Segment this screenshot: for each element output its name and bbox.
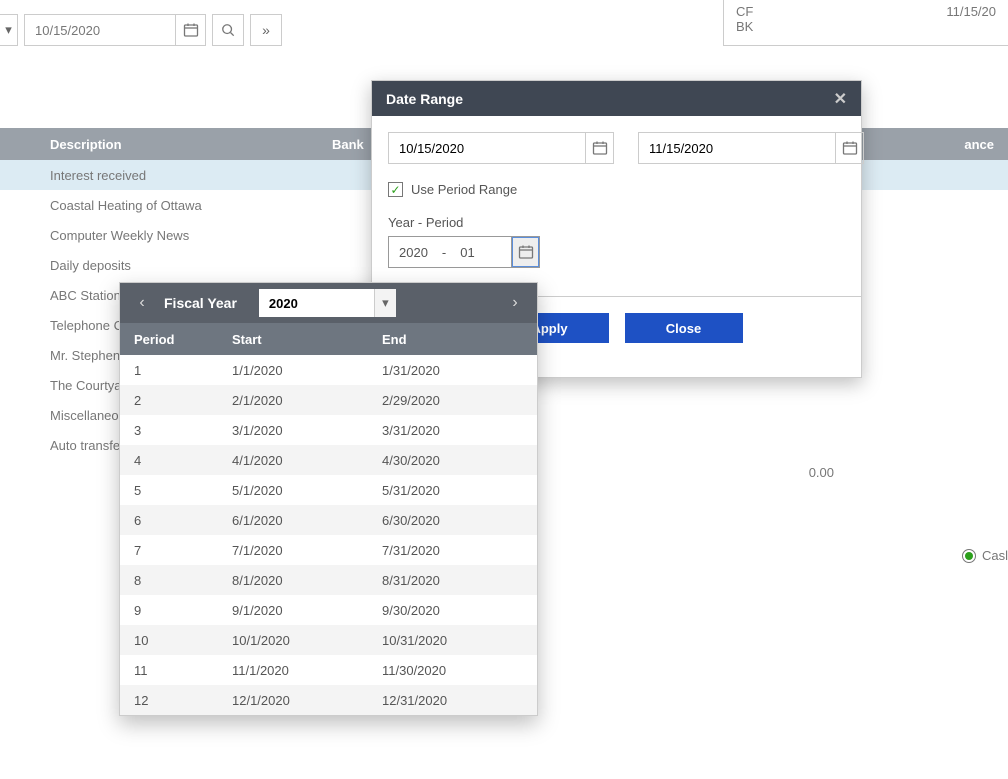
- cell-period: 10: [120, 633, 230, 648]
- cell-start: 11/1/2020: [230, 663, 380, 678]
- cell-end: 5/31/2020: [380, 483, 537, 498]
- top-toolbar: ▾ »: [0, 14, 282, 46]
- dialog-header: Date Range ✕: [372, 81, 861, 116]
- cell-period: 4: [120, 453, 230, 468]
- period-row[interactable]: 66/1/20206/30/2020: [120, 505, 537, 535]
- info-cf: CF: [736, 4, 753, 19]
- cell-end: 2/29/2020: [380, 393, 537, 408]
- to-date-input[interactable]: [639, 141, 835, 156]
- info-panel: CF BK 11/15/20: [723, 0, 1008, 46]
- col-description[interactable]: Description: [36, 137, 326, 152]
- cell-period: 6: [120, 513, 230, 528]
- year-period-field[interactable]: 2020 - 01: [388, 236, 540, 268]
- cell-period: 11: [120, 663, 230, 678]
- cell-period: 2: [120, 393, 230, 408]
- fiscal-year-select[interactable]: ▾: [259, 289, 396, 317]
- year-period-label: Year - Period: [388, 215, 845, 230]
- total-amount: 0.00: [809, 465, 834, 480]
- col-start: Start: [230, 332, 380, 347]
- cell-description: Daily deposits: [36, 258, 326, 273]
- year-value: 2020: [389, 245, 438, 260]
- fiscal-year-label: Fiscal Year: [164, 295, 237, 311]
- cell-start: 5/1/2020: [230, 483, 380, 498]
- period-row[interactable]: 55/1/20205/31/2020: [120, 475, 537, 505]
- period-row[interactable]: 1212/1/202012/31/2020: [120, 685, 537, 715]
- chevron-down-icon[interactable]: ▾: [374, 289, 396, 317]
- from-date-input[interactable]: [389, 141, 585, 156]
- fiscal-year-header: ‹ Fiscal Year ▾ ›: [120, 283, 537, 323]
- period-row[interactable]: 1111/1/202011/30/2020: [120, 655, 537, 685]
- cell-period: 8: [120, 573, 230, 588]
- cell-description: Coastal Heating of Ottawa: [36, 198, 326, 213]
- from-date-field[interactable]: [388, 132, 614, 164]
- fiscal-year-input[interactable]: [259, 289, 374, 317]
- prev-year-button[interactable]: ‹: [132, 294, 152, 312]
- cell-start: 3/1/2020: [230, 423, 380, 438]
- radio-icon[interactable]: [962, 549, 976, 563]
- account-dropdown-caret[interactable]: ▾: [0, 14, 18, 46]
- period-row[interactable]: 88/1/20208/31/2020: [120, 565, 537, 595]
- expand-button[interactable]: »: [250, 14, 282, 46]
- col-balance[interactable]: ance: [848, 137, 1008, 152]
- period-row[interactable]: 77/1/20207/31/2020: [120, 535, 537, 565]
- col-end: End: [380, 332, 537, 347]
- cell-start: 12/1/2020: [230, 693, 380, 708]
- cell-end: 3/31/2020: [380, 423, 537, 438]
- toolbar-date-field[interactable]: [24, 14, 206, 46]
- cell-start: 7/1/2020: [230, 543, 380, 558]
- cell-start: 10/1/2020: [230, 633, 380, 648]
- dialog-title: Date Range: [386, 91, 463, 107]
- cell-end: 9/30/2020: [380, 603, 537, 618]
- cell-description: Interest received: [36, 168, 326, 183]
- cell-period: 1: [120, 363, 230, 378]
- close-button[interactable]: Close: [625, 313, 743, 343]
- close-icon[interactable]: ✕: [834, 89, 847, 109]
- cell-end: 10/31/2020: [380, 633, 537, 648]
- to-date-field[interactable]: [638, 132, 864, 164]
- cell-end: 8/31/2020: [380, 573, 537, 588]
- cell-start: 4/1/2020: [230, 453, 380, 468]
- period-value: 01: [450, 245, 484, 260]
- calendar-icon[interactable]: [175, 15, 205, 45]
- cell-period: 7: [120, 543, 230, 558]
- search-button[interactable]: [212, 14, 244, 46]
- calendar-icon[interactable]: [511, 237, 539, 267]
- next-year-button[interactable]: ›: [505, 294, 525, 312]
- cell-start: 9/1/2020: [230, 603, 380, 618]
- cell-end: 11/30/2020: [380, 663, 537, 678]
- use-period-label: Use Period Range: [411, 182, 517, 197]
- cell-start: 6/1/2020: [230, 513, 380, 528]
- cell-period: 9: [120, 603, 230, 618]
- info-bk: BK: [736, 19, 753, 34]
- period-row[interactable]: 11/1/20201/31/2020: [120, 355, 537, 385]
- period-row[interactable]: 44/1/20204/30/2020: [120, 445, 537, 475]
- cell-end: 7/31/2020: [380, 543, 537, 558]
- cell-end: 12/31/2020: [380, 693, 537, 708]
- fiscal-year-columns: Period Start End: [120, 323, 537, 355]
- cell-period: 12: [120, 693, 230, 708]
- cell-end: 6/30/2020: [380, 513, 537, 528]
- cell-end: 1/31/2020: [380, 363, 537, 378]
- radio-label: Casl: [982, 548, 1008, 563]
- info-date: 11/15/20: [946, 4, 996, 41]
- fiscal-year-popup: ‹ Fiscal Year ▾ › Period Start End 11/1/…: [119, 282, 538, 716]
- checkbox-icon[interactable]: ✓: [388, 182, 403, 197]
- cell-start: 8/1/2020: [230, 573, 380, 588]
- cell-end: 4/30/2020: [380, 453, 537, 468]
- use-period-checkbox-row[interactable]: ✓ Use Period Range: [388, 182, 845, 197]
- cell-period: 3: [120, 423, 230, 438]
- cash-radio-row[interactable]: Casl: [962, 548, 1008, 563]
- cell-period: 5: [120, 483, 230, 498]
- period-row[interactable]: 1010/1/202010/31/2020: [120, 625, 537, 655]
- toolbar-date-input[interactable]: [25, 23, 175, 38]
- cell-start: 2/1/2020: [230, 393, 380, 408]
- period-row[interactable]: 99/1/20209/30/2020: [120, 595, 537, 625]
- cell-description: Computer Weekly News: [36, 228, 326, 243]
- col-period: Period: [120, 332, 230, 347]
- calendar-icon[interactable]: [835, 133, 863, 163]
- period-row[interactable]: 33/1/20203/31/2020: [120, 415, 537, 445]
- cell-start: 1/1/2020: [230, 363, 380, 378]
- period-row[interactable]: 22/1/20202/29/2020: [120, 385, 537, 415]
- calendar-icon[interactable]: [585, 133, 613, 163]
